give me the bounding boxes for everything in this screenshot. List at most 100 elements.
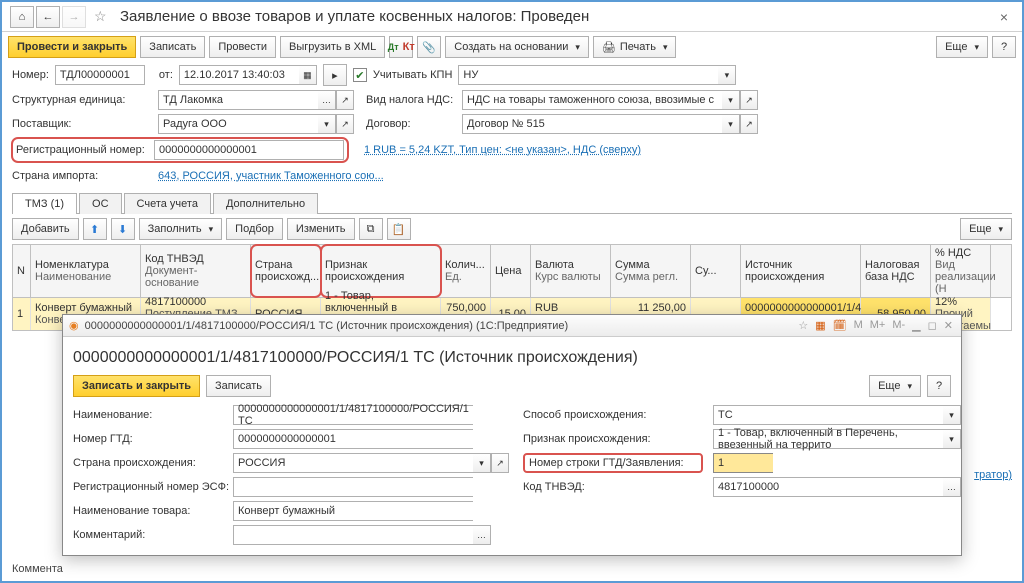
post-button[interactable]: Провести [209, 36, 276, 58]
dlg-sign-label: Признак происхождения: [523, 433, 703, 445]
supplier-label: Поставщик: [12, 118, 152, 130]
dlg-calc-icon[interactable]: ▦ [813, 319, 827, 332]
dlg-max-icon[interactable]: ◻ [926, 319, 939, 332]
kpn-label: Учитывать КПН [373, 69, 453, 81]
back-button[interactable]: ← [36, 6, 60, 28]
col-n: N [13, 245, 31, 297]
dialog-wintitle: 0000000000000001/1/4817100000/РОССИЯ/1 Т… [85, 320, 791, 332]
dlg-help-button[interactable]: ? [927, 375, 951, 397]
ellipsis-icon[interactable]: … [318, 90, 336, 110]
supplier-field[interactable]: Радуга ООО ▾ ↗ [158, 114, 354, 134]
dt-kt-icon[interactable]: ДтКт [389, 36, 413, 58]
page-title: Заявление о ввозе товаров и уплате косве… [120, 8, 994, 25]
dialog-heading: 0000000000000001/1/4817100000/РОССИЯ/1 Т… [73, 349, 951, 367]
dlg-fav-icon[interactable]: ☆ [796, 319, 810, 332]
col-country: Страна происхожд... [251, 245, 321, 297]
dlg-tnved-label: Код ТНВЭД: [523, 481, 703, 493]
dlg-save-button[interactable]: Записать [206, 375, 271, 397]
attach-icon[interactable]: 📎 [417, 36, 441, 58]
dlg-method-field[interactable]: ТС▾ [713, 405, 961, 425]
move-up-icon[interactable]: ⬆ [83, 218, 107, 240]
print-button[interactable]: 🖨 Печать [593, 36, 677, 58]
country-link[interactable]: 643, РОССИЯ, участник Таможенного сою... [158, 170, 384, 182]
col-sum: СуммаСумма регл. [611, 245, 691, 297]
dlg-save-close-button[interactable]: Записать и закрыть [73, 375, 200, 397]
dlg-m-icon[interactable]: M [852, 319, 865, 332]
vat-type-label: Вид налога НДС: [366, 94, 456, 106]
right-footer-fragment: тратор) [974, 469, 1012, 481]
more-button[interactable]: Еще [936, 36, 988, 58]
country-label: Страна импорта: [12, 170, 152, 182]
dlg-name-label: Наименование: [73, 409, 223, 421]
dlg-goods-label: Наименование товара: [73, 505, 223, 517]
table-more-button[interactable]: Еще [960, 218, 1012, 240]
col-price: Цена [491, 245, 531, 297]
dlg-goods-field[interactable]: Конверт бумажный [233, 501, 961, 521]
dlg-country-field[interactable]: РОССИЯ▾↗ [233, 453, 513, 473]
save-button[interactable]: Записать [140, 36, 205, 58]
copy-icon[interactable]: ⧉ [359, 218, 383, 240]
home-button[interactable]: ⌂ [10, 6, 34, 28]
tab-accounts[interactable]: Счета учета [124, 193, 211, 214]
number-label: Номер: [12, 69, 49, 81]
dlg-min-icon[interactable]: ▁ [910, 319, 922, 332]
reg-field[interactable]: 0000000000000001 [154, 140, 344, 160]
forward-button[interactable]: → [62, 6, 86, 28]
select-button[interactable]: Подбор [226, 218, 283, 240]
tab-os[interactable]: ОС [79, 193, 122, 214]
unit-field[interactable]: ТД Лакомка … ↗ [158, 90, 354, 110]
app-logo-icon: ◉ [69, 319, 79, 332]
dropdown-icon[interactable]: ▾ [718, 65, 736, 85]
favorite-icon[interactable]: ☆ [94, 8, 114, 25]
col-currency: ВалютаКурс валюты [531, 245, 611, 297]
dlg-mplus-icon[interactable]: M+ [868, 319, 888, 332]
dlg-name-field[interactable]: 0000000000000001/1/4817100000/РОССИЯ/1 Т… [233, 405, 513, 425]
paste-icon[interactable]: 📋 [387, 218, 411, 240]
col-su: Су... [691, 245, 741, 297]
date-label: от: [159, 69, 173, 81]
export-xml-button[interactable]: Выгрузить в XML [280, 36, 385, 58]
col-source: Источник происхождения [741, 245, 861, 297]
dlg-tnved-field[interactable]: 4817100000… [713, 477, 961, 497]
dlg-more-button[interactable]: Еще [869, 375, 921, 397]
dlg-close-icon[interactable]: ✕ [942, 319, 955, 332]
edit-button[interactable]: Изменить [287, 218, 355, 240]
dlg-mminus-icon[interactable]: M- [890, 319, 907, 332]
dlg-cal-icon[interactable]: 🗓 [831, 319, 849, 332]
dlg-comment-field[interactable]: … [233, 525, 961, 545]
dlg-esf-label: Регистрационный номер ЭСФ: [73, 481, 223, 493]
dlg-gtd-label: Номер ГТД: [73, 433, 223, 445]
contract-field[interactable]: Договор № 515 ▾ ↗ [462, 114, 758, 134]
unit-label: Структурная единица: [12, 94, 152, 106]
dlg-esf-field[interactable] [233, 477, 513, 497]
dlg-row-label: Номер строки ГТД/Заявления: [523, 453, 703, 473]
calendar-icon[interactable]: ▦ [299, 65, 317, 85]
reg-label: Регистрационный номер: [16, 144, 148, 156]
add-button[interactable]: Добавить [12, 218, 79, 240]
kpn-checkbox[interactable]: ✔ [353, 68, 367, 82]
move-down-icon[interactable]: ⬇ [111, 218, 135, 240]
col-tnved: Код ТНВЭДДокумент-основание [141, 245, 251, 297]
help-button[interactable]: ? [992, 36, 1016, 58]
comment-footer-label: Коммента [12, 563, 63, 575]
dlg-gtd-field[interactable]: 0000000000000001 [233, 429, 513, 449]
dlg-sign-field[interactable]: 1 - Товар, включенный в Перечень, ввезен… [713, 429, 961, 449]
date-extra-button[interactable]: ▸ [323, 64, 347, 86]
date-field[interactable]: 12.10.2017 13:40:03 ▦ [179, 65, 317, 85]
col-nomenclature: НоменклатураНаименование [31, 245, 141, 297]
kpn-field[interactable]: НУ ▾ [458, 65, 736, 85]
dlg-row-field[interactable]: 1 [713, 453, 961, 473]
origin-dialog: ◉ 0000000000000001/1/4817100000/РОССИЯ/1… [62, 314, 962, 556]
tab-tmz[interactable]: ТМЗ (1) [12, 193, 77, 214]
dlg-country-label: Страна происхождения: [73, 457, 223, 469]
contract-detail-link[interactable]: 1 RUB = 5,24 KZT, Тип цен: <не указан>, … [364, 144, 641, 156]
create-based-button[interactable]: Создать на основании [445, 36, 589, 58]
close-icon[interactable]: × [994, 9, 1014, 25]
vat-type-field[interactable]: НДС на товары таможенного союза, ввозимы… [462, 90, 758, 110]
fill-button[interactable]: Заполнить [139, 218, 223, 240]
number-field[interactable]: ТДЛ00000001 [55, 65, 145, 85]
open-icon[interactable]: ↗ [336, 90, 354, 110]
tab-additional[interactable]: Дополнительно [213, 193, 318, 214]
contract-label: Договор: [366, 118, 456, 130]
post-and-close-button[interactable]: Провести и закрыть [8, 36, 136, 58]
